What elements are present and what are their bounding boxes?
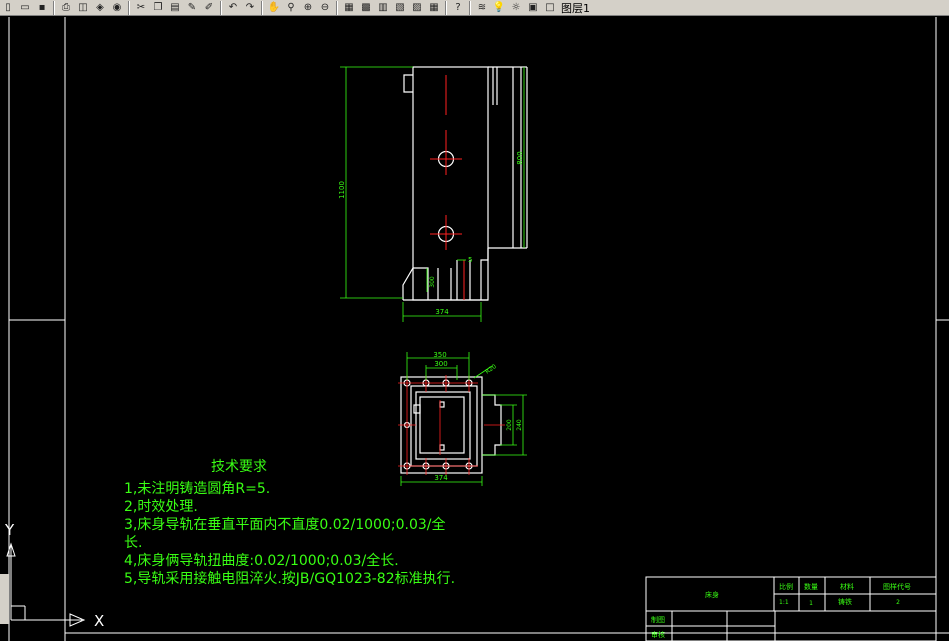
zoom-window-icon[interactable]: ⊕ [300,1,316,15]
qty-value: 1 [809,600,813,607]
dim-radius: R20 [484,363,498,376]
ucs-y-label: Y [4,521,15,539]
toolbar-separator [336,0,338,15]
toolbar-separator [53,0,55,15]
toolpalettes-icon[interactable]: ▥ [375,1,391,15]
qty-label: 数量 [804,582,818,591]
undo-icon[interactable]: ↶ [225,1,241,15]
print-icon[interactable]: ⎙ [58,1,74,15]
part-name: 床身 [705,590,719,599]
toolbar-separator [469,0,471,15]
note-line: 5,导轨采用接触电阻淬火.按JB/GQ1023-82标准执行. [124,571,456,587]
matchprop-icon[interactable]: ✎ [184,1,200,15]
dim-300: 300 [434,360,447,368]
note-line: 2,时效处理. [124,499,198,515]
toolbar-separator [261,0,263,15]
pan-icon[interactable]: ✋ [266,1,282,15]
note-line: 4,床身俩导轨扭曲度:0.02/1000;0.03/全长. [124,553,399,569]
designcenter-icon[interactable]: ▩ [358,1,374,15]
toolbar-separator [445,0,447,15]
new-icon[interactable]: ▯ [0,1,16,15]
notes-title: 技术要求 [211,459,267,475]
ucs-icon [6,542,86,627]
dim-200: 200 [506,419,513,431]
standard-toolbar: ▯ ▭ ▪ ⎙ ◫ ◈ ◉ ✂ ❐ ▤ ✎ ✐ ↶ ↷ ✋ ⚲ ⊕ ⊖ ▦ ▩ … [0,0,949,16]
plot-icon[interactable]: ◉ [109,1,125,15]
checked-label: 审核 [651,630,665,639]
sun-icon[interactable]: ☼ [508,1,524,15]
color-swatch-icon[interactable]: □ [542,1,558,15]
help-icon[interactable]: ? [450,1,466,15]
dim-small: 5 [468,256,472,264]
dim-height-left: 1100 [338,181,346,199]
front-view: 1100 800 5 300 374 [338,66,528,322]
toolbar-separator [128,0,130,15]
properties-icon[interactable]: ▦ [341,1,357,15]
left-toolbar-strip [0,574,9,624]
dim-vertical-small: 300 [429,276,436,288]
dim-height-right: 800 [516,151,524,164]
preview-icon[interactable]: ◫ [75,1,91,15]
dim-350: 350 [433,351,446,359]
lightbulb-icon[interactable]: 💡 [491,1,507,15]
drawing-no-label: 图样代号 [883,582,911,591]
calculator-icon[interactable]: ▦ [426,1,442,15]
material-label: 材料 [840,582,854,591]
note-line: 长. [124,535,143,551]
toolbar-separator [220,0,222,15]
layers-icon[interactable]: ≋ [474,1,490,15]
ucs-x-label: X [94,612,104,630]
brush-icon[interactable]: ✐ [201,1,217,15]
cut-icon[interactable]: ✂ [133,1,149,15]
scale-label: 比例 [779,582,793,591]
material-value: 铸铁 [838,597,852,606]
sheetset-icon[interactable]: ▧ [392,1,408,15]
note-line: 3,床身导轨在垂直平面内不直度0.02/1000;0.03/全 [124,517,446,533]
markup-icon[interactable]: ▨ [409,1,425,15]
zoom-realtime-icon[interactable]: ⚲ [283,1,299,15]
scale-value: 1:1 [779,599,789,606]
note-line: 1,未注明铸造圆角R=5. [124,481,271,497]
save-icon[interactable]: ▪ [34,1,50,15]
drawing-no-value: 2 [896,599,900,606]
paste-icon[interactable]: ▤ [167,1,183,15]
open-icon[interactable]: ▭ [17,1,33,15]
drawn-label: 制图 [651,615,665,624]
technical-requirements: 技术要求 1,未注明铸造圆角R=5. 2,时效处理. 3,床身导轨在垂直平面内不… [124,458,455,588]
redo-icon[interactable]: ↷ [242,1,258,15]
dim-240: 240 [516,419,523,431]
zoom-previous-icon[interactable]: ⊖ [317,1,333,15]
copy-icon[interactable]: ❐ [150,1,166,15]
dim-width-front: 374 [435,308,449,316]
publish-icon[interactable]: ◈ [92,1,108,15]
layer-dropdown[interactable]: 图层1 [561,0,590,16]
lock-icon[interactable]: ▣ [525,1,541,15]
